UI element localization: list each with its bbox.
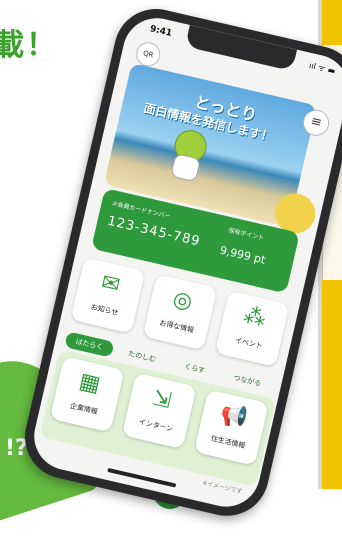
- member-number: 123-345-789: [105, 213, 202, 250]
- building-icon: ▦: [76, 368, 103, 398]
- tile-label: お得な情報: [158, 318, 195, 335]
- tile-notice[interactable]: ✉ お知らせ: [70, 257, 146, 334]
- tile-internship[interactable]: ⇲ インターン: [121, 372, 197, 450]
- tile-label: イベント: [234, 336, 264, 351]
- phone-frame: 9:41 ııl ᯤ ▬ QR とっとり 面白情報を発信します！ ≡ メ会員カー…: [16, 0, 342, 525]
- points-value: 9,999 pt: [218, 243, 267, 267]
- status-icons: ııl ᯤ ▬: [308, 60, 337, 76]
- mascot-illustration: [163, 126, 213, 183]
- tile-living-info[interactable]: 📢 住生活情報: [193, 389, 269, 466]
- envelope-icon: ✉: [98, 269, 123, 299]
- target-icon: ◎: [170, 286, 195, 316]
- phone-screen: 9:41 ııl ᯤ ▬ QR とっとり 面白情報を発信します！ ≡ メ会員カー…: [27, 11, 342, 514]
- points-label: 保有ポイント: [227, 227, 265, 242]
- dots-icon: ⁂: [241, 302, 269, 333]
- home-indicator: [107, 467, 177, 488]
- tile-label: 住生活情報: [210, 434, 246, 451]
- headline-text: 載！: [0, 28, 58, 63]
- category-panel: ▦ 企業情報 ⇲ インターン 📢 住生活情報: [39, 348, 276, 487]
- tile-label: インターン: [138, 417, 174, 434]
- tile-deals[interactable]: ◎ お得な情報: [142, 273, 218, 351]
- tile-label: お知らせ: [90, 303, 120, 318]
- tile-company-info[interactable]: ▦ 企業情報: [49, 356, 125, 433]
- tile-events[interactable]: ⁂ イベント: [214, 290, 290, 367]
- phone-mockup: 9:41 ııl ᯤ ▬ QR とっとり 面白情報を発信します！ ≡ メ会員カー…: [0, 0, 342, 557]
- cursor-icon: ⇲: [150, 385, 174, 415]
- megaphone-icon: 📢: [217, 401, 251, 432]
- tile-label: 企業情報: [69, 401, 99, 416]
- phone-notch: [184, 24, 298, 72]
- status-time: 9:41: [148, 24, 173, 39]
